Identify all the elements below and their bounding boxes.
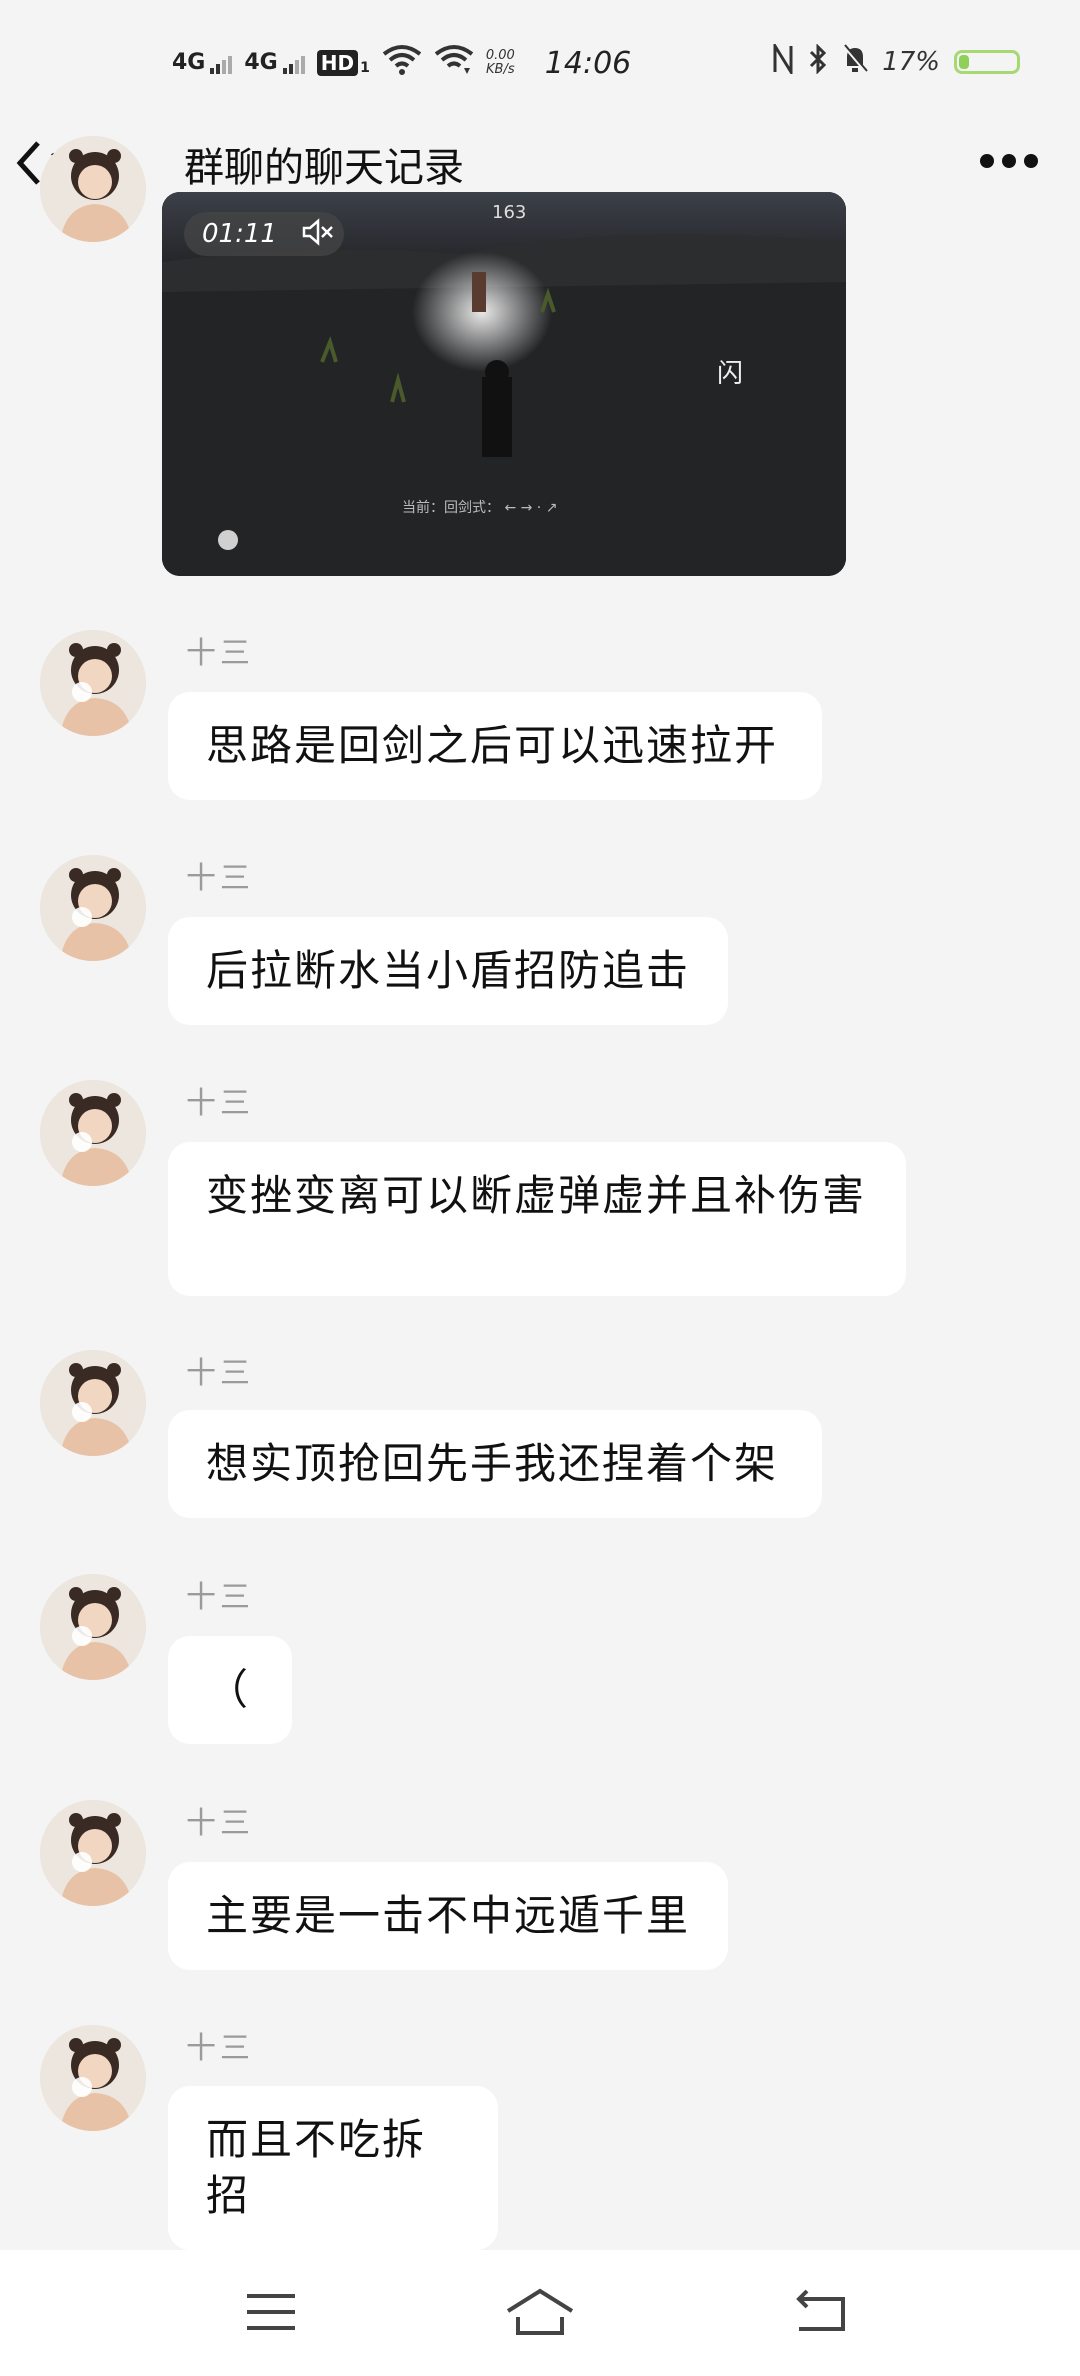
hd-label: HD [316, 50, 359, 76]
sender-name: 十三 [186, 1086, 254, 1121]
svg-text:闪: 闪 [717, 359, 743, 389]
network-speed: 0.00 KB/s [486, 49, 515, 77]
status-right: 17% [772, 40, 1020, 82]
network-speed-unit: KB/s [486, 62, 515, 77]
battery-icon [954, 50, 1020, 74]
more-options-button[interactable] [980, 154, 1038, 168]
avatar[interactable] [40, 1574, 146, 1680]
message-bubble[interactable]: 后拉断水当小盾招防追击 [168, 917, 728, 1025]
avatar[interactable] [40, 136, 146, 242]
video-duration: 01:11 [202, 219, 277, 249]
signal-1-label: 4G [172, 50, 206, 75]
sender-name: 十三 [186, 1806, 254, 1841]
mute-bell-icon [842, 44, 868, 80]
wifi-icon [382, 44, 422, 83]
avatar[interactable] [40, 1350, 146, 1456]
video-message[interactable]: 闪 当前：回剑式： ← → · ↗ 163 01:11 [162, 192, 846, 576]
status-bar: 4G 4G HD 1 0.00 KB/s 14:06 17% [0, 0, 1080, 110]
menu-icon [243, 2290, 299, 2338]
wifi-hotspot-icon [434, 44, 474, 83]
status-left: 4G 4G HD 1 0.00 KB/s 14:06 [172, 38, 631, 88]
nfc-icon [772, 40, 794, 80]
video-duration-pill: 01:11 [184, 212, 344, 256]
page-title: 群聊的聊天记录 [184, 145, 464, 191]
clock: 14:06 [544, 45, 632, 81]
message-bubble[interactable]: 变挫变离可以断虚弹虚并且补伤害 [168, 1142, 906, 1296]
message-bubble[interactable]: （ [168, 1636, 292, 1744]
video-hud-number: 163 [492, 202, 527, 223]
cellular-signal-2: 4G [244, 50, 305, 75]
home-button[interactable] [495, 2284, 585, 2344]
avatar[interactable] [40, 2025, 146, 2131]
back-icon [791, 2289, 851, 2339]
message-bubble[interactable]: 主要是一击不中远遁千里 [168, 1862, 728, 1970]
battery-fill [959, 55, 969, 69]
cellular-signal-1: 4G [172, 50, 233, 75]
more-dot-icon [1024, 154, 1038, 168]
more-dot-icon [1002, 154, 1016, 168]
sender-name: 十三 [186, 1580, 254, 1615]
video-progress-dot [218, 530, 238, 550]
sender-name: 十三 [186, 2031, 254, 2066]
sender-name: 十三 [186, 636, 254, 671]
hd-sub: 1 [360, 60, 370, 76]
svg-text:当前：回剑式： ← → · ↗: 当前：回剑式： ← → · ↗ [402, 499, 557, 516]
battery-percent: 17% [882, 47, 940, 77]
message-bubble[interactable]: 想实顶抢回先手我还捏着个架 [168, 1410, 822, 1518]
menu-button[interactable] [226, 2284, 316, 2344]
avatar[interactable] [40, 1080, 146, 1186]
navigation-bar [0, 2250, 1080, 2376]
more-dot-icon [980, 154, 994, 168]
signal-2-label: 4G [244, 50, 278, 75]
sender-name: 十三 [186, 861, 254, 896]
back-nav-button[interactable] [776, 2284, 866, 2344]
message-bubble[interactable]: 而且不吃拆招 [168, 2086, 498, 2250]
home-icon [504, 2287, 576, 2341]
network-speed-value: 0.00 [485, 48, 515, 63]
avatar[interactable] [40, 630, 146, 736]
muted-speaker-icon[interactable] [301, 218, 335, 250]
sender-name: 十三 [186, 1356, 254, 1391]
hd-icon: HD 1 [316, 50, 370, 76]
avatar[interactable] [40, 855, 146, 961]
avatar[interactable] [40, 1800, 146, 1906]
bluetooth-icon [808, 43, 828, 80]
message-bubble[interactable]: 思路是回剑之后可以迅速拉开 [168, 692, 822, 800]
